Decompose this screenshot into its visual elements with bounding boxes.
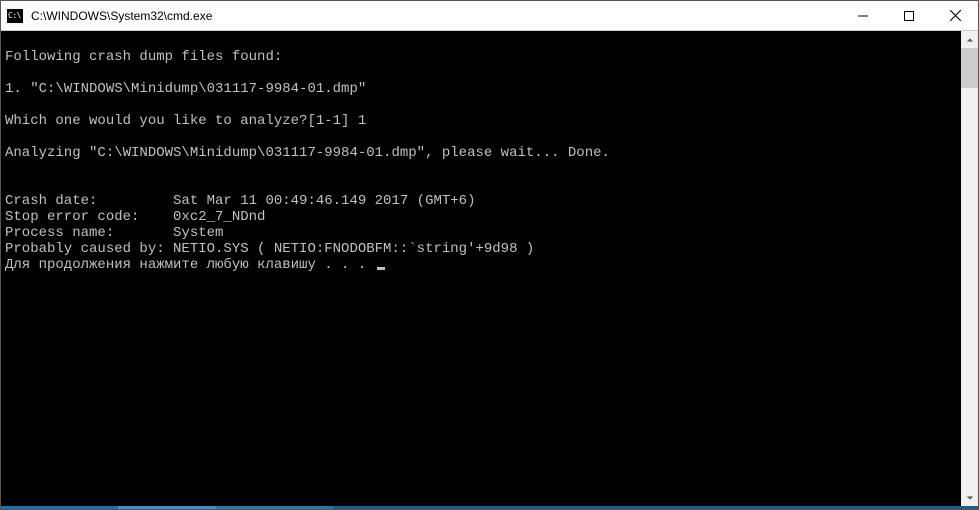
cursor xyxy=(377,267,385,270)
console-prompt-line: Для продолжения нажмите любую клавишу . … xyxy=(5,257,957,273)
chevron-down-icon xyxy=(966,494,974,502)
console-line xyxy=(5,177,957,193)
chevron-up-icon xyxy=(966,36,974,44)
console-line xyxy=(5,65,957,81)
scrollbar-thumb[interactable] xyxy=(961,48,978,88)
console-line: Which one would you like to analyze?[1-1… xyxy=(5,113,957,129)
vertical-scrollbar[interactable] xyxy=(961,31,978,506)
console-line xyxy=(5,129,957,145)
app-icon-wrap xyxy=(1,9,29,23)
client-area: Following crash dump files found: 1. "C:… xyxy=(1,31,978,506)
console-line: Analyzing "C:\WINDOWS\Minidump\031117-99… xyxy=(5,145,957,161)
cmd-window: C:\WINDOWS\System32\cmd.exe Following cr… xyxy=(0,0,979,510)
titlebar[interactable]: C:\WINDOWS\System32\cmd.exe xyxy=(1,1,978,31)
minimize-button[interactable] xyxy=(840,1,886,30)
close-button[interactable] xyxy=(932,1,978,30)
scroll-down-button[interactable] xyxy=(961,489,978,506)
console-line: Stop error code: 0xc2_7_NDnd xyxy=(5,209,957,225)
console-line: Probably caused by: NETIO.SYS ( NETIO:FN… xyxy=(5,241,957,257)
maximize-button[interactable] xyxy=(886,1,932,30)
minimize-icon xyxy=(858,11,868,21)
taskbar-sliver xyxy=(1,506,978,509)
close-icon xyxy=(950,10,961,21)
console-line: 1. "C:\WINDOWS\Minidump\031117-9984-01.d… xyxy=(5,81,957,97)
window-controls xyxy=(840,1,978,30)
scroll-up-button[interactable] xyxy=(961,31,978,48)
console-line: Following crash dump files found: xyxy=(5,49,957,65)
cmd-icon xyxy=(7,9,23,23)
window-title: C:\WINDOWS\System32\cmd.exe xyxy=(29,9,840,23)
maximize-icon xyxy=(904,11,914,21)
console-line: Process name: System xyxy=(5,225,957,241)
console-line xyxy=(5,97,957,113)
console-output[interactable]: Following crash dump files found: 1. "C:… xyxy=(1,31,961,506)
scrollbar-track[interactable] xyxy=(961,48,978,489)
console-line: Crash date: Sat Mar 11 00:49:46.149 2017… xyxy=(5,193,957,209)
console-line xyxy=(5,33,957,49)
console-line xyxy=(5,161,957,177)
